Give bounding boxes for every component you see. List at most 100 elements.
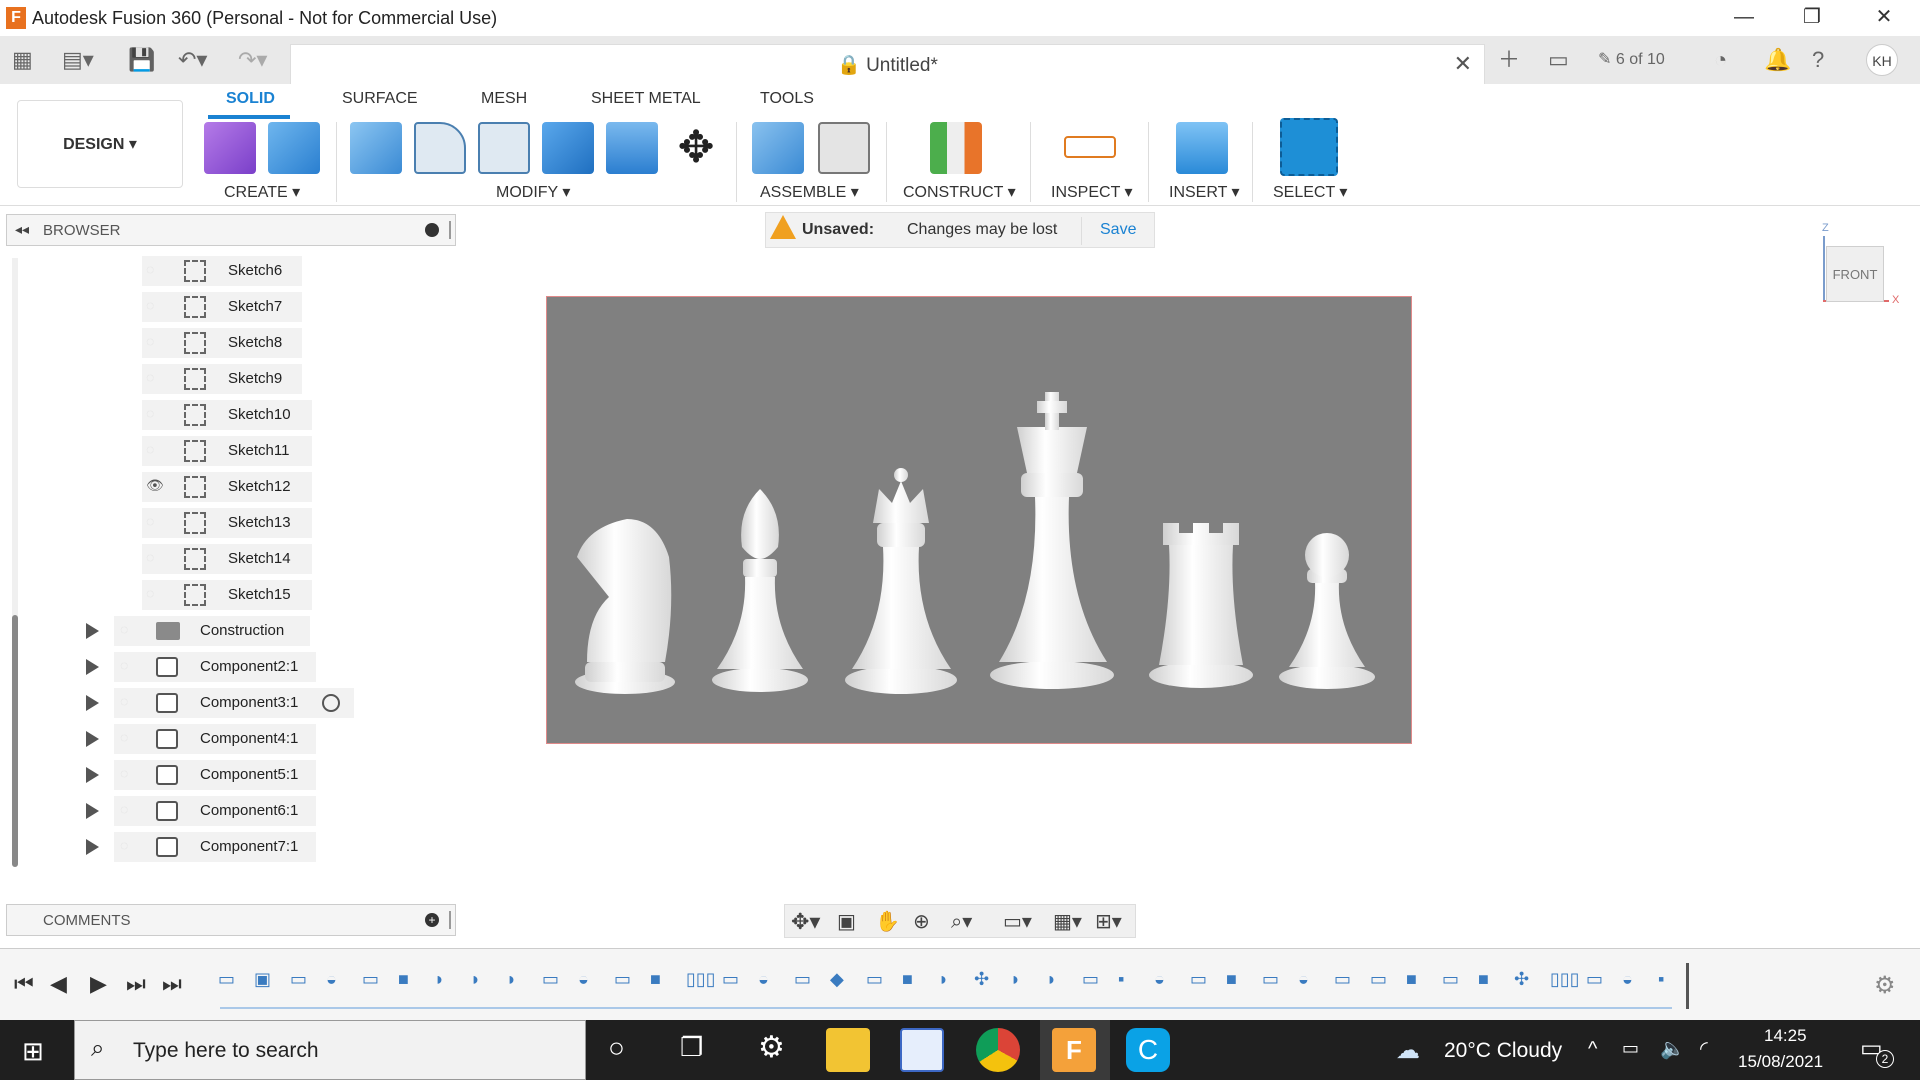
timeline-feature-icon[interactable]: ▭ bbox=[722, 969, 739, 990]
timeline-feature-icon[interactable]: ▭ bbox=[1370, 969, 1387, 990]
timeline-feature-icon[interactable]: ◗ bbox=[1010, 969, 1021, 990]
visibility-eye-icon[interactable]: ◌ bbox=[120, 657, 128, 673]
file-menu-icon[interactable]: ▤▾ bbox=[62, 46, 94, 74]
browser-component-item[interactable]: ◌ Component2:1 bbox=[86, 652, 316, 682]
clock-icon[interactable]: ◔ bbox=[1714, 46, 1727, 74]
fusion-taskbar-icon[interactable]: F bbox=[1052, 1028, 1096, 1072]
timeline-feature-icon[interactable]: ■ bbox=[1478, 969, 1489, 990]
browser-folder-item[interactable]: ◌ Construction bbox=[86, 616, 310, 646]
insert-image-icon[interactable] bbox=[1176, 122, 1228, 174]
timeline-feature-icon[interactable]: ■ bbox=[650, 969, 661, 990]
minimize-panel-icon[interactable] bbox=[425, 223, 439, 237]
joint-icon[interactable] bbox=[818, 122, 870, 174]
tab-mesh[interactable]: MESH bbox=[481, 90, 527, 108]
tab-tools[interactable]: TOOLS bbox=[760, 90, 814, 108]
expand-triangle-icon[interactable] bbox=[86, 767, 99, 783]
clock-date[interactable]: 15/08/2021 bbox=[1738, 1052, 1823, 1072]
winrar-icon[interactable] bbox=[900, 1028, 944, 1072]
insert-menu[interactable]: INSERT ▾ bbox=[1169, 182, 1240, 202]
modify-menu[interactable]: MODIFY ▾ bbox=[496, 182, 570, 202]
help-icon[interactable]: ? bbox=[1812, 46, 1824, 74]
timeline-marker[interactable] bbox=[1686, 963, 1689, 1009]
timeline-feature-icon[interactable]: ▭ bbox=[1442, 969, 1459, 990]
visibility-eye-icon[interactable]: ◌ bbox=[146, 405, 154, 421]
chrome-icon[interactable] bbox=[976, 1028, 1020, 1072]
expand-triangle-icon[interactable] bbox=[86, 659, 99, 675]
tab-sheet-metal[interactable]: SHEET METAL bbox=[591, 90, 701, 108]
timeline-feature-icon[interactable]: ✣ bbox=[1514, 969, 1529, 990]
visibility-eye-icon[interactable]: ◌ bbox=[120, 729, 128, 745]
browser-sketch-item[interactable]: ◌ Sketch9 bbox=[142, 364, 302, 394]
timeline-feature-icon[interactable]: ◒ bbox=[326, 969, 337, 990]
browser-component-item[interactable]: ◌ Component7:1 bbox=[86, 832, 316, 862]
create-menu[interactable]: CREATE ▾ bbox=[224, 182, 300, 202]
timeline-last-icon[interactable]: ⏭ bbox=[162, 971, 182, 997]
timeline-feature-icon[interactable]: ▯▯▯ bbox=[686, 969, 716, 990]
timeline-feature-icon[interactable]: ▭ bbox=[290, 969, 307, 990]
weather-text[interactable]: 20°C Cloudy bbox=[1444, 1039, 1562, 1063]
timeline-feature-icon[interactable]: ▣ bbox=[254, 969, 271, 990]
timeline-feature-icon[interactable]: ◗ bbox=[506, 969, 517, 990]
expand-triangle-icon[interactable] bbox=[86, 695, 99, 711]
show-hidden-icons[interactable]: ^ bbox=[1588, 1038, 1597, 1061]
visibility-eye-icon[interactable]: ◌ bbox=[120, 765, 128, 781]
visibility-eye-icon[interactable]: ◌ bbox=[120, 621, 128, 637]
create-form-icon[interactable] bbox=[204, 122, 256, 174]
visibility-eye-icon[interactable]: ◌ bbox=[146, 549, 154, 565]
taskbar-search[interactable]: ⌕ Type here to search bbox=[74, 1020, 586, 1080]
timeline-feature-icon[interactable]: ▭ bbox=[362, 969, 379, 990]
timeline-feature-icon[interactable]: ▭ bbox=[794, 969, 811, 990]
browser-sketch-item[interactable]: ◌ Sketch6 bbox=[142, 256, 302, 286]
timeline-feature-icon[interactable]: ▪ bbox=[1658, 969, 1664, 990]
comments-icon[interactable]: ▭ bbox=[1548, 46, 1569, 74]
visibility-eye-icon[interactable]: ◌ bbox=[146, 585, 154, 601]
timeline-feature-icon[interactable]: ▭ bbox=[542, 969, 559, 990]
timeline-feature-icon[interactable]: ▭ bbox=[218, 969, 235, 990]
pan-hand-icon[interactable]: ✋ bbox=[875, 909, 900, 934]
close-tab-icon[interactable]: ✕ bbox=[1454, 51, 1472, 77]
redo-icon[interactable]: ↷▾ bbox=[238, 46, 267, 74]
timeline-feature-icon[interactable]: ■ bbox=[1406, 969, 1417, 990]
timeline-feature-icon[interactable]: ◗ bbox=[1046, 969, 1057, 990]
timeline-play-icon[interactable]: ▶ bbox=[90, 971, 107, 997]
new-component-icon[interactable] bbox=[752, 122, 804, 174]
grid-settings-icon[interactable]: ▦▾ bbox=[1053, 909, 1082, 934]
visibility-eye-icon[interactable]: ◌ bbox=[120, 801, 128, 817]
zoom-window-icon[interactable]: ⌕▾ bbox=[951, 909, 972, 934]
timeline-feature-icon[interactable]: ◗ bbox=[434, 969, 445, 990]
browser-sketch-item[interactable]: ◌ Sketch10 bbox=[142, 400, 312, 430]
timeline-feature-icon[interactable]: ◒ bbox=[578, 969, 589, 990]
timeline-feature-icon[interactable]: ◗ bbox=[938, 969, 949, 990]
assemble-menu[interactable]: ASSEMBLE ▾ bbox=[760, 182, 859, 202]
browser-component-item[interactable]: ◌ Component3:1 bbox=[86, 688, 354, 718]
browser-component-item[interactable]: ◌ Component6:1 bbox=[86, 796, 316, 826]
offset-face-icon[interactable] bbox=[606, 122, 658, 174]
timeline-feature-icon[interactable]: ▭ bbox=[1262, 969, 1279, 990]
notifications-bell-icon[interactable]: 🔔 bbox=[1764, 46, 1791, 74]
timeline-feature-icon[interactable]: ■ bbox=[902, 969, 913, 990]
timeline-feature-icon[interactable]: ◒ bbox=[1154, 969, 1165, 990]
app-c-icon[interactable]: C bbox=[1126, 1028, 1170, 1072]
visibility-eye-icon[interactable]: ◌ bbox=[146, 513, 154, 529]
clock-time[interactable]: 14:25 bbox=[1764, 1026, 1807, 1046]
browser-component-item[interactable]: ◌ Component5:1 bbox=[86, 760, 316, 790]
timeline-feature-icon[interactable]: ■ bbox=[1226, 969, 1237, 990]
job-status[interactable]: ✎ 6 of 10 bbox=[1598, 46, 1665, 74]
display-settings-icon[interactable]: ▭▾ bbox=[1003, 909, 1032, 934]
browser-sketch-item[interactable]: ◌ Sketch11 bbox=[142, 436, 312, 466]
timeline-first-icon[interactable]: ⏮ bbox=[14, 971, 34, 997]
visibility-eye-icon[interactable]: ◌ bbox=[146, 441, 154, 457]
timeline-feature-icon[interactable]: ▭ bbox=[1586, 969, 1603, 990]
timeline-feature-icon[interactable]: ▭ bbox=[1082, 969, 1099, 990]
expand-triangle-icon[interactable] bbox=[86, 623, 99, 639]
timeline-feature-icon[interactable]: ▪ bbox=[1118, 969, 1124, 990]
browser-scroll-thumb[interactable] bbox=[12, 615, 18, 867]
file-explorer-icon[interactable] bbox=[826, 1028, 870, 1072]
collapse-panel-icon[interactable]: ◂◂ bbox=[15, 221, 29, 238]
timeline-feature-icon[interactable]: ▭ bbox=[614, 969, 631, 990]
save-link[interactable]: Save bbox=[1100, 221, 1136, 239]
minimize-button[interactable]: — bbox=[1716, 0, 1772, 36]
cortana-icon[interactable]: ○ bbox=[608, 1032, 625, 1064]
zoom-icon[interactable]: ⊕ bbox=[913, 909, 930, 934]
timeline-feature-icon[interactable]: ▭ bbox=[1190, 969, 1207, 990]
